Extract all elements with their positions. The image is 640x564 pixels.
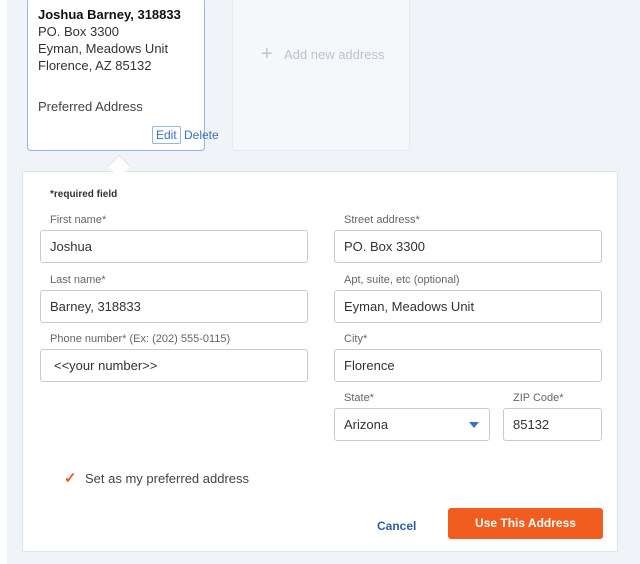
- state-label: State*: [344, 392, 374, 404]
- apt-label: Apt, suite, etc (optional): [344, 274, 460, 286]
- required-field-note: *required field: [50, 189, 118, 200]
- add-new-address-label: Add new address: [284, 47, 385, 62]
- state-select[interactable]: Arizona: [334, 408, 490, 441]
- street-address-field[interactable]: PO. Box 3300: [334, 230, 602, 263]
- dropdown-arrow-icon: [469, 422, 479, 428]
- checkmark-icon[interactable]: ✓: [64, 469, 77, 487]
- preferred-address-label: Preferred Address: [38, 99, 143, 114]
- street-address-label: Street address*: [344, 214, 420, 226]
- city-label: City*: [344, 333, 368, 345]
- delete-address-link[interactable]: Delete: [184, 128, 219, 142]
- address-name: Joshua Barney, 318833: [38, 7, 181, 22]
- last-name-field[interactable]: Barney, 318833: [40, 290, 308, 323]
- apt-field[interactable]: Eyman, Meadows Unit: [334, 290, 602, 323]
- state-select-value: Arizona: [344, 417, 389, 432]
- zip-field[interactable]: 85132: [503, 408, 602, 441]
- last-name-label: Last name*: [50, 274, 106, 286]
- add-new-address-card[interactable]: + Add new address: [232, 0, 410, 151]
- saved-address-card[interactable]: Joshua Barney, 318833 PO. Box 3300 Eyman…: [27, 0, 219, 151]
- preferred-address-checkbox-label[interactable]: Set as my preferred address: [85, 471, 249, 486]
- city-field[interactable]: Florence: [334, 349, 602, 382]
- address-line-3: Florence, AZ 85132: [38, 58, 152, 73]
- address-line-2: Eyman, Meadows Unit: [38, 41, 169, 56]
- address-line-1: PO. Box 3300: [38, 24, 119, 39]
- edit-address-button[interactable]: Edit: [152, 126, 181, 144]
- phone-field[interactable]: <<your number>>: [40, 349, 308, 382]
- plus-icon: +: [261, 43, 273, 65]
- first-name-field[interactable]: Joshua: [40, 230, 308, 263]
- use-this-address-button[interactable]: Use This Address: [448, 508, 603, 539]
- zip-label: ZIP Code*: [513, 392, 564, 404]
- phone-label: Phone number* (Ex: (202) 555-0115): [50, 333, 231, 345]
- first-name-label: First name*: [50, 214, 107, 226]
- address-form: *required field First name* Joshua Last …: [22, 171, 618, 552]
- cancel-button[interactable]: Cancel: [377, 519, 416, 533]
